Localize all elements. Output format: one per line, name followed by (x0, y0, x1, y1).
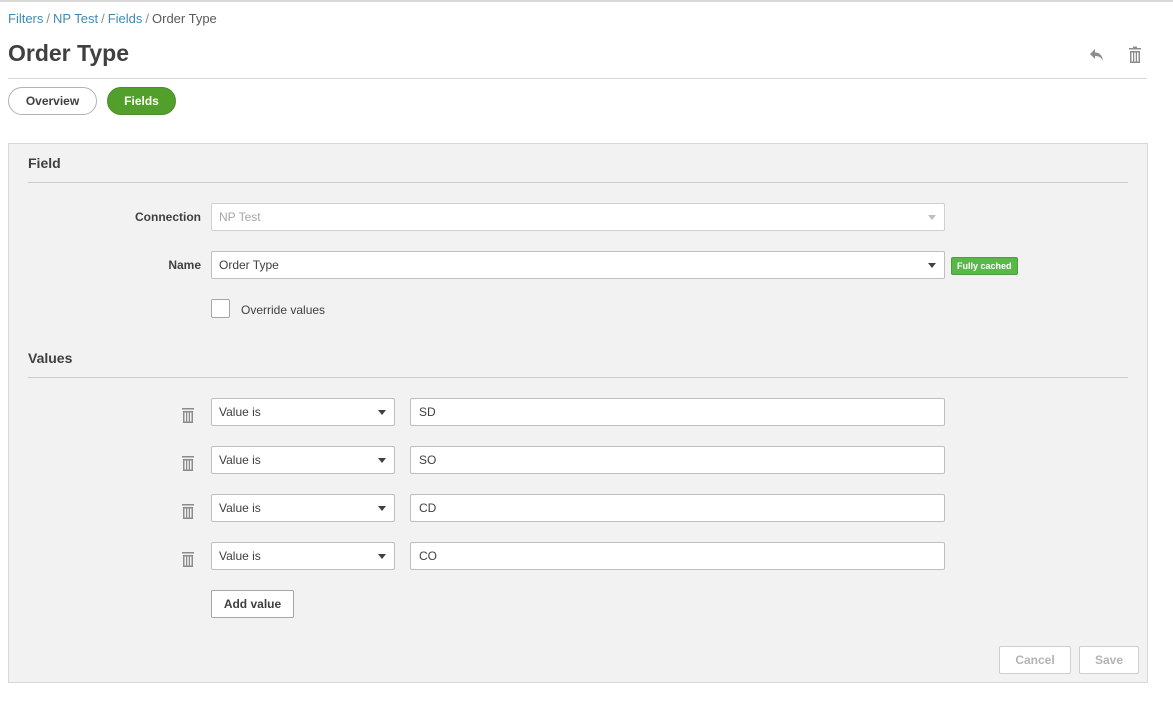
value-operator-select[interactable]: Value is (211, 542, 395, 570)
breadcrumb-separator: / (145, 11, 149, 26)
delete-value-trash-icon[interactable] (180, 550, 196, 568)
name-value: Order Type (219, 258, 279, 272)
override-values-checkbox[interactable] (211, 299, 230, 318)
override-values-label[interactable]: Override values (241, 303, 325, 317)
tab-fields[interactable]: Fields (107, 87, 176, 115)
breadcrumb-link-filters[interactable]: Filters (8, 11, 43, 26)
chevron-down-icon (378, 410, 386, 415)
value-operator-text: Value is (219, 549, 261, 563)
value-operator-text: Value is (219, 405, 261, 419)
breadcrumb: Filters / NP Test / Fields / Order Type (8, 11, 217, 26)
value-input[interactable] (410, 542, 945, 570)
breadcrumb-separator: / (101, 11, 105, 26)
chevron-down-icon (378, 458, 386, 463)
title-divider (8, 78, 1147, 79)
breadcrumb-link-fields[interactable]: Fields (108, 11, 143, 26)
connection-value: NP Test (219, 210, 261, 224)
value-input[interactable] (410, 446, 945, 474)
value-operator-select[interactable]: Value is (211, 446, 395, 474)
chevron-down-icon (378, 554, 386, 559)
value-input[interactable] (410, 494, 945, 522)
cache-status-badge: Fully cached (951, 257, 1018, 275)
trash-icon[interactable] (1125, 45, 1145, 65)
connection-select: NP Test (211, 203, 945, 231)
breadcrumb-current: Order Type (152, 11, 217, 26)
value-operator-text: Value is (219, 501, 261, 515)
value-input[interactable] (410, 398, 945, 426)
delete-value-trash-icon[interactable] (180, 454, 196, 472)
top-divider (0, 0, 1173, 2)
value-operator-select[interactable]: Value is (211, 398, 395, 426)
values-section-title: Values (28, 350, 73, 366)
page-title: Order Type (8, 40, 129, 66)
chevron-down-icon (928, 215, 936, 220)
undo-icon[interactable] (1087, 45, 1107, 65)
delete-value-trash-icon[interactable] (180, 502, 196, 520)
delete-value-trash-icon[interactable] (180, 406, 196, 424)
breadcrumb-separator: / (46, 11, 51, 26)
add-value-button[interactable]: Add value (211, 590, 294, 618)
cancel-button[interactable]: Cancel (999, 646, 1071, 674)
field-editor-panel: Field Connection NP Test Name Order Type… (8, 143, 1148, 683)
value-operator-select[interactable]: Value is (211, 494, 395, 522)
chevron-down-icon (928, 263, 936, 268)
connection-label: Connection (135, 210, 201, 224)
breadcrumb-link-np-test[interactable]: NP Test (53, 11, 98, 26)
name-select[interactable]: Order Type (211, 251, 945, 279)
name-label: Name (168, 258, 201, 272)
values-section-divider (28, 377, 1128, 378)
save-button[interactable]: Save (1079, 646, 1139, 674)
field-section-title: Field (28, 155, 61, 171)
chevron-down-icon (378, 506, 386, 511)
tab-overview[interactable]: Overview (8, 87, 97, 115)
field-section-divider (28, 182, 1128, 183)
value-operator-text: Value is (219, 453, 261, 467)
